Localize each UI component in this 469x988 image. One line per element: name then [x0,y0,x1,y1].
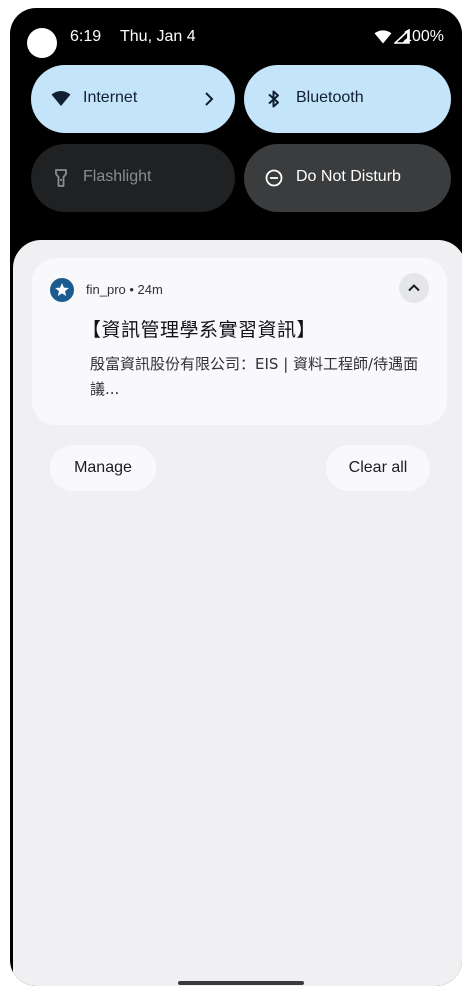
internet-tile[interactable]: Internet [31,65,235,133]
camera-cutout [27,28,57,58]
app-name: fin_pro [86,282,126,297]
wifi-icon [51,91,71,106]
clear-all-button[interactable]: Clear all [326,445,430,491]
status-date: Thu, Jan 4 [120,28,196,45]
bluetooth-tile[interactable]: Bluetooth [244,65,451,133]
bluetooth-tile-label: Bluetooth [296,89,364,106]
wifi-icon [374,30,392,44]
flashlight-icon [55,169,67,187]
notification-time: 24m [137,282,163,297]
notification-body: 殷富資訊股份有限公司：EIS | 資料工程師/待遇面議... [90,355,419,398]
star-icon [50,278,74,302]
notification-card[interactable]: fin_pro • 24m 【資訊管理學系實習資訊】 殷富資訊股份有限公司：EI… [32,258,447,425]
home-indicator[interactable] [178,981,304,985]
chevron-up-icon [408,284,420,292]
flashlight-tile[interactable]: Flashlight [31,144,235,212]
internet-tile-label: Internet [83,89,138,106]
collapse-button[interactable] [399,273,429,303]
status-time: 6:19 [70,28,102,45]
meta-separator: • [125,282,138,297]
notification-title: 【資訊管理學系實習資訊】 [82,319,317,341]
manage-button[interactable]: Manage [50,445,156,491]
do-not-disturb-tile-label: Do Not Disturb [296,168,401,185]
do-not-disturb-tile[interactable]: Do Not Disturb [244,144,451,212]
flashlight-tile-label: Flashlight [83,168,152,185]
phone-screen: 6:19 Thu, Jan 4 100% Internet Bluetooth … [10,8,462,986]
notification-meta: fin_pro • 24m [86,282,163,297]
do-not-disturb-icon [265,169,283,187]
notification-shade: fin_pro • 24m 【資訊管理學系實習資訊】 殷富資訊股份有限公司：EI… [13,240,462,986]
bluetooth-icon [268,90,279,108]
battery-percent: 100% [403,28,444,45]
status-bar: 6:19 Thu, Jan 4 100% [10,8,462,62]
chevron-right-icon [205,92,214,106]
